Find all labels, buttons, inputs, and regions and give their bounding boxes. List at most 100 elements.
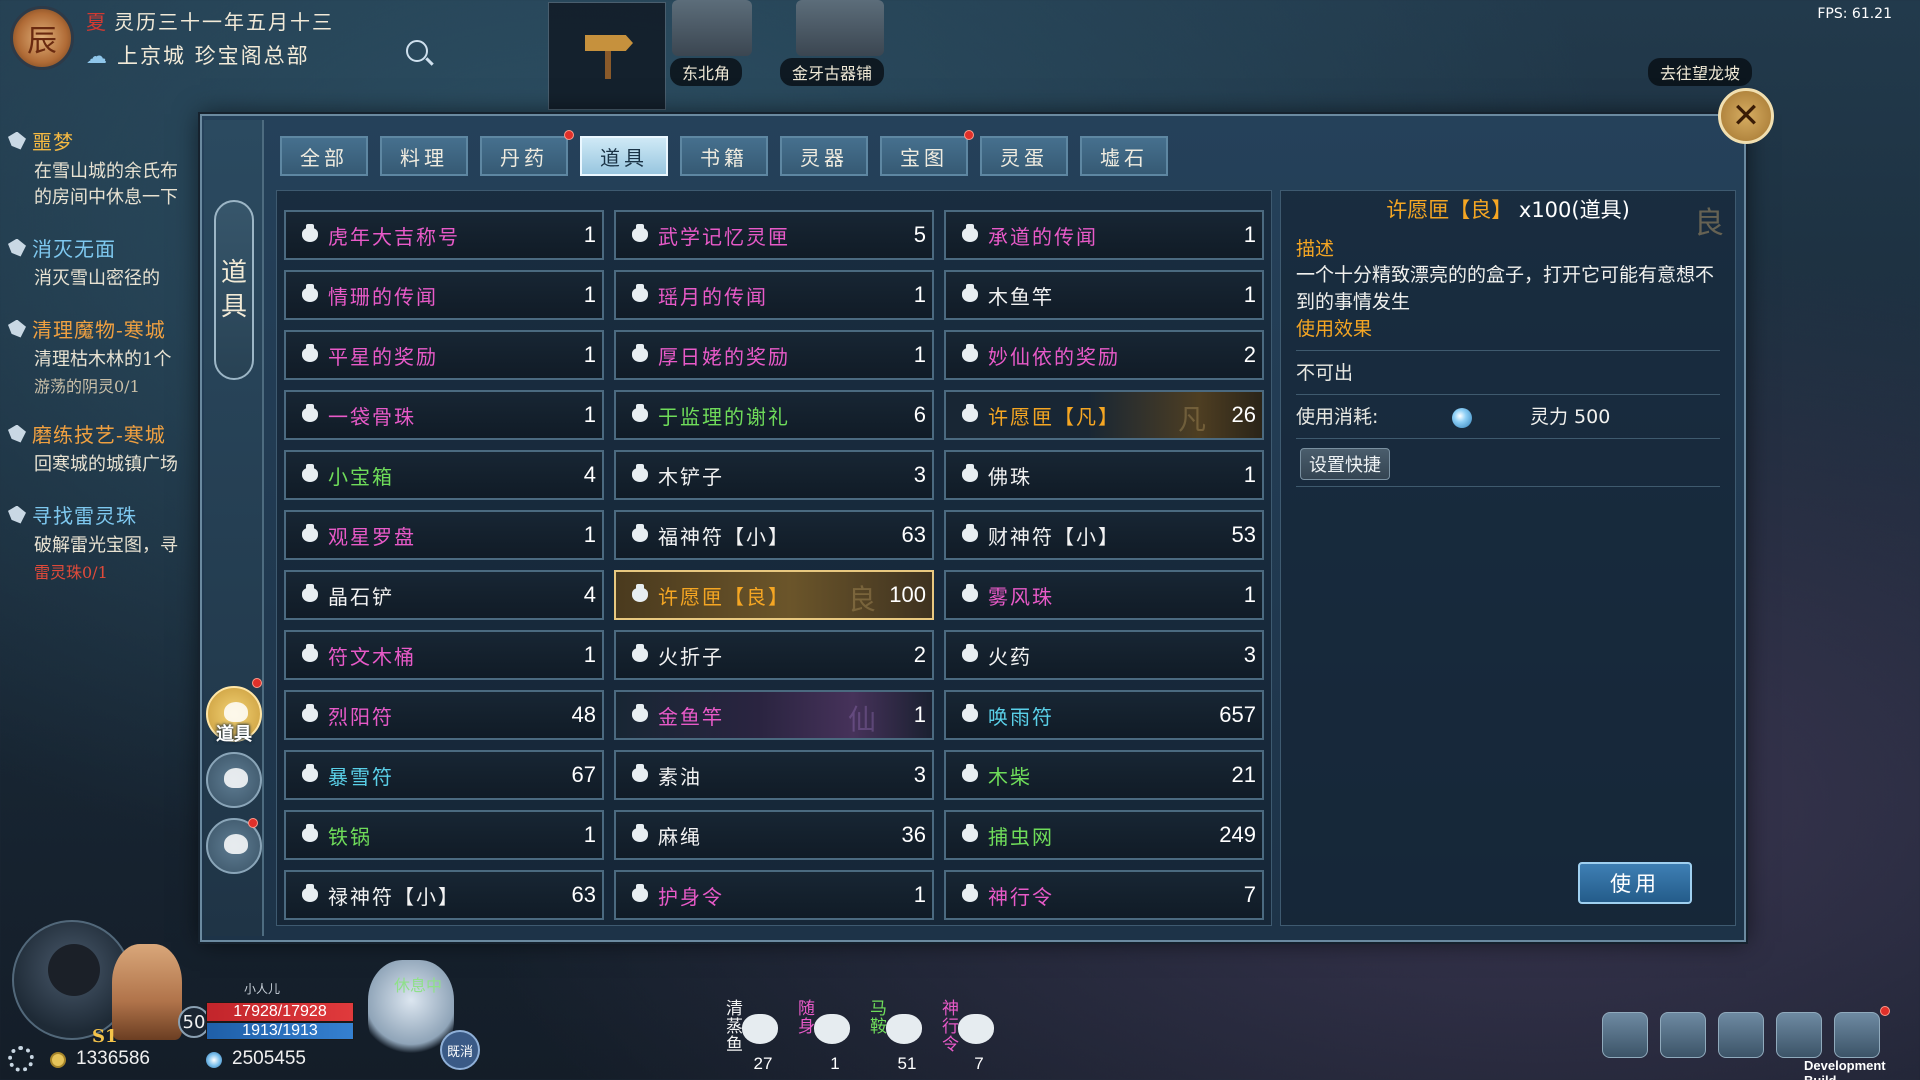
item-name: 火折子	[658, 644, 724, 669]
item-slot[interactable]: 晶石铲 4	[284, 570, 604, 620]
quest-item[interactable]: 寻找雷灵珠 破解雷光宝图，寻 雷灵珠0/1	[0, 500, 200, 583]
item-slot[interactable]: 禄神符【小】 63	[284, 870, 604, 920]
tab-label: 道具	[600, 145, 648, 170]
mount-icon[interactable]	[1718, 1012, 1764, 1058]
tab-2[interactable]: 丹药	[480, 130, 574, 176]
close-button[interactable]: ✕	[1718, 88, 1774, 144]
tab-3[interactable]: 道具	[580, 136, 668, 176]
rail-button-pet[interactable]	[206, 752, 262, 808]
item-slot[interactable]: 情珊的传闻 1	[284, 270, 604, 320]
time-badge: 辰	[10, 6, 74, 70]
cost-value: 灵力 500	[1530, 406, 1611, 428]
pouch-icon	[962, 704, 978, 722]
item-slot[interactable]: 观星罗盘 1	[284, 510, 604, 560]
map-label-northeast[interactable]: 东北角	[670, 58, 743, 86]
search-icon[interactable]	[406, 40, 428, 62]
item-slot[interactable]: 平星的奖励 1	[284, 330, 604, 380]
item-slot[interactable]: 一袋骨珠 1	[284, 390, 604, 440]
quest-item[interactable]: 消灭无面 消灭雪山密径的	[0, 233, 200, 292]
pouch-icon	[302, 284, 318, 302]
item-slot[interactable]: 铁锅 1	[284, 810, 604, 860]
set-shortcut-button[interactable]: 设置快捷	[1300, 448, 1390, 480]
tab-8[interactable]: 墟石	[1080, 136, 1168, 176]
item-slot[interactable]: 财神符【小】 53	[944, 510, 1264, 560]
signpost-icon[interactable]	[1776, 1012, 1822, 1058]
pet-icon	[224, 834, 248, 854]
tab-0[interactable]: 全部	[280, 136, 368, 176]
pouch-icon	[962, 764, 978, 782]
item-slot[interactable]: 烈阳符 48	[284, 690, 604, 740]
quest-title: 寻找雷灵珠	[32, 504, 137, 528]
item-slot[interactable]: 厚日姥的奖励 1	[614, 330, 934, 380]
item-count: 1	[583, 222, 596, 247]
item-count: 249	[1219, 822, 1256, 847]
item-slot[interactable]: 金鱼竿仙 1	[614, 690, 934, 740]
quest-scroll-icon	[8, 131, 26, 150]
item-slot[interactable]: 承道的传闻 1	[944, 210, 1264, 260]
map-gate-icon[interactable]	[672, 0, 752, 56]
tab-4[interactable]: 书籍	[680, 136, 768, 176]
detail-item-name: 许愿匣【良】	[1386, 198, 1513, 222]
quest-item[interactable]: 清理魔物-寒城 清理枯木林的1个 游荡的阴灵0/1	[0, 314, 200, 397]
quality-mark: 良	[1694, 206, 1724, 241]
item-slot[interactable]: 木铲子 3	[614, 450, 934, 500]
quest-brush-icon	[8, 505, 26, 524]
divider	[1296, 438, 1720, 439]
item-slot[interactable]: 神行令 7	[944, 870, 1264, 920]
item-slot[interactable]: 佛珠 1	[944, 450, 1264, 500]
item-slot[interactable]: 木柴 21	[944, 750, 1264, 800]
rail-button-items[interactable]: 道具	[206, 686, 262, 745]
item-slot[interactable]: 虎年大吉称号 1	[284, 210, 604, 260]
tab-6[interactable]: 宝图	[880, 130, 974, 176]
item-slot[interactable]: 素油 3	[614, 750, 934, 800]
item-slot[interactable]: 瑶月的传闻 1	[614, 270, 934, 320]
item-slot[interactable]: 于监理的谢礼 6	[614, 390, 934, 440]
travel-icon[interactable]	[1660, 1012, 1706, 1058]
use-button[interactable]: 使用	[1578, 862, 1692, 904]
item-slot[interactable]: 许愿匣【良】良 100	[614, 570, 934, 620]
item-slot[interactable]: 武学记忆灵匣 5	[614, 210, 934, 260]
item-slot[interactable]: 暴雪符 67	[284, 750, 604, 800]
current-location: ☁ 上京城 珍宝阁总部	[86, 40, 310, 70]
item-slot[interactable]: 木鱼竿 1	[944, 270, 1264, 320]
bag-icon	[224, 702, 248, 722]
tab-7[interactable]: 灵蛋	[980, 136, 1068, 176]
pouch-icon	[632, 884, 648, 902]
map-label-shop[interactable]: 金牙古器铺	[780, 58, 885, 86]
item-slot[interactable]: 符文木桶 1	[284, 630, 604, 680]
item-slot[interactable]: 小宝箱 4	[284, 450, 604, 500]
item-slot[interactable]: 火折子 2	[614, 630, 934, 680]
map-label-goto[interactable]: 去往望龙坡	[1648, 58, 1753, 86]
map-shop-icon[interactable]	[796, 0, 884, 56]
tab-1[interactable]: 料理	[380, 136, 468, 176]
quick-slot[interactable]: 清蒸鱼 27	[726, 1000, 786, 1076]
item-name: 暴雪符	[328, 764, 394, 789]
item-slot[interactable]: 福神符【小】 63	[614, 510, 934, 560]
quick-slot[interactable]: 马鞍…51	[870, 1000, 930, 1076]
item-slot[interactable]: 麻绳 36	[614, 810, 934, 860]
item-slot[interactable]: 捕虫网 249	[944, 810, 1264, 860]
quick-slot[interactable]: 神行令 7	[942, 1000, 1002, 1076]
item-slot[interactable]: 唤雨符 657	[944, 690, 1264, 740]
pouch-icon	[302, 764, 318, 782]
item-name: 禄神符【小】	[328, 884, 460, 909]
item-slot[interactable]: 火药 3	[944, 630, 1264, 680]
item-name: 木鱼竿	[988, 284, 1054, 309]
item-slot[interactable]: 许愿匣【凡】凡 26	[944, 390, 1264, 440]
quest-item[interactable]: 磨练技艺-寒城 回寒城的城镇广场	[0, 419, 200, 478]
quest-scroll-icon	[8, 424, 26, 443]
gear-icon[interactable]	[8, 1046, 34, 1072]
pet-state-badge[interactable]: 既消	[440, 1030, 480, 1070]
map-signpost-icon[interactable]	[548, 2, 666, 110]
item-slot[interactable]: 妙仙依的奖励 2	[944, 330, 1264, 380]
item-slot[interactable]: 雾风珠 1	[944, 570, 1264, 620]
quest-item[interactable]: 噩梦 在雪山城的余氏布 的房间中休息一下	[0, 126, 200, 211]
bag-icon[interactable]	[1834, 1012, 1880, 1058]
tab-5[interactable]: 灵器	[780, 136, 868, 176]
item-name: 木柴	[988, 764, 1032, 789]
quick-slot[interactable]: 随身…1	[798, 1000, 858, 1076]
item-count: 36	[901, 822, 926, 847]
item-slot[interactable]: 护身令 1	[614, 870, 934, 920]
ship-icon[interactable]	[1602, 1012, 1648, 1058]
companion-avatar[interactable]	[112, 944, 182, 1040]
